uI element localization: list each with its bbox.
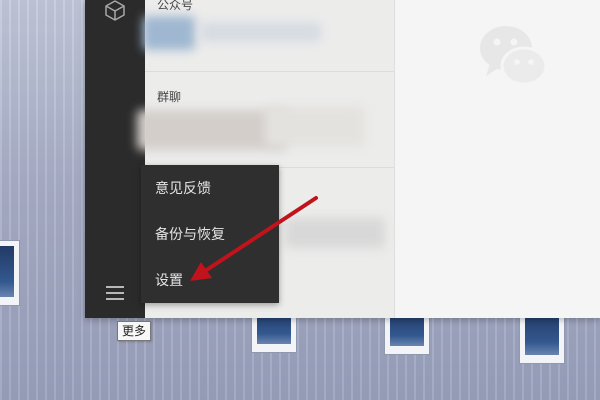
blurred-avatar	[143, 16, 195, 50]
menu-item-settings[interactable]: 设置	[141, 264, 279, 298]
menu-item-backup-restore[interactable]: 备份与恢复	[141, 218, 279, 252]
more-tooltip: 更多	[117, 321, 152, 341]
hamburger-menu-icon[interactable]	[102, 282, 128, 304]
list-item-label: 群聊	[157, 90, 182, 104]
list-item-group-chat[interactable]: 群聊	[137, 72, 394, 168]
list-item-official-accounts[interactable]: 公众号	[143, 0, 394, 72]
blurred-text	[285, 218, 385, 248]
list-item-label: 公众号	[157, 0, 194, 12]
left-sidebar	[85, 0, 145, 318]
cube-icon[interactable]	[103, 0, 127, 22]
menu-item-feedback[interactable]: 意见反馈	[141, 172, 279, 206]
background-window	[0, 240, 20, 306]
wechat-logo-icon	[480, 26, 548, 86]
blurred-text	[265, 106, 365, 146]
more-popup-menu: 意见反馈 备份与恢复 设置	[141, 165, 279, 303]
blurred-text	[201, 22, 321, 42]
